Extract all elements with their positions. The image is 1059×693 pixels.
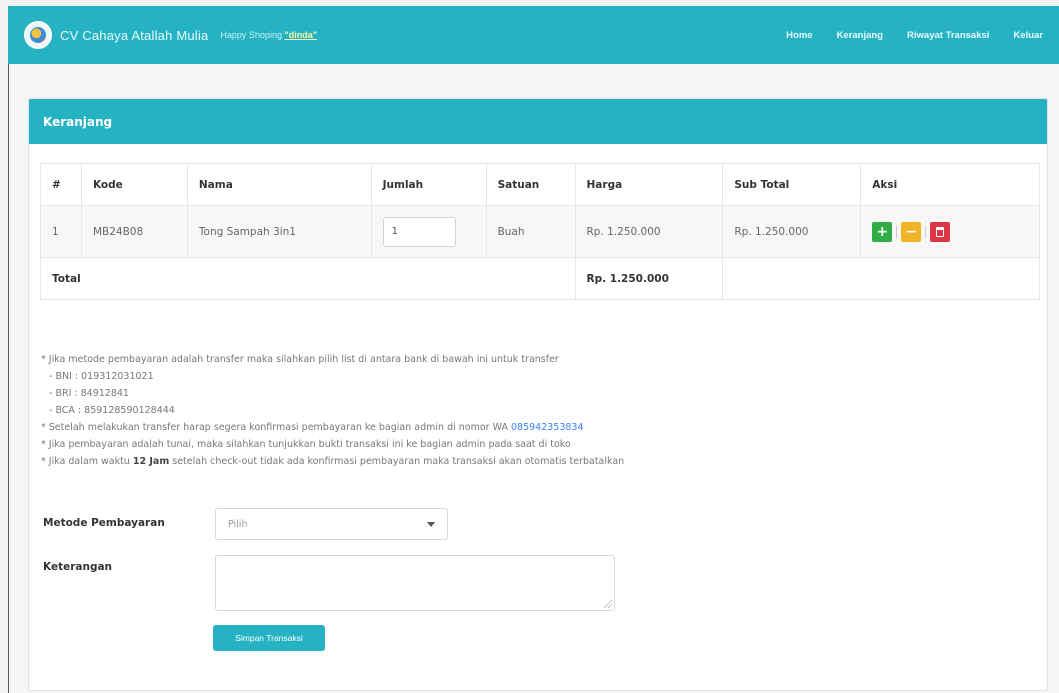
total-value: Rp. 1.250.000 <box>575 257 724 300</box>
note-timeout-suffix: setelah check-out tidak ada konfirmasi p… <box>169 456 625 467</box>
greeting-prefix: Happy Shoping <box>220 30 282 40</box>
greeting: Happy Shoping "dinda" <box>220 30 317 40</box>
table-header-row: # Kode Nama Jumlah Satuan Harga Sub Tota… <box>40 163 1040 206</box>
resize-handle-icon[interactable] <box>604 600 612 608</box>
nav-home[interactable]: Home <box>774 30 824 41</box>
th-satuan: Satuan <box>486 163 576 206</box>
bank-bri: - BRI : 84912841 <box>49 388 129 399</box>
payment-method-select[interactable]: Pilih <box>215 508 448 540</box>
cell-subtotal: Rp. 1.250.000 <box>722 205 862 258</box>
panel-title: Keranjang <box>29 99 1047 144</box>
total-row: Total Rp. 1.250.000 <box>40 257 1040 300</box>
total-empty-cell <box>722 257 1040 300</box>
cell-satuan: Buah <box>486 205 576 258</box>
payment-method-placeholder: Pilih <box>228 518 248 530</box>
note-label: Keterangan <box>43 561 113 573</box>
minus-icon: − <box>905 223 918 240</box>
note-confirm-text: * Setelah melakukan transfer harap seger… <box>41 422 511 433</box>
quantity-input[interactable] <box>382 216 456 247</box>
nav-riwayat-transaksi[interactable]: Riwayat Transaksi <box>895 30 1001 41</box>
chevron-down-icon <box>427 521 435 527</box>
reduce-quantity-button[interactable]: − <box>901 221 922 242</box>
bank-bca: - BCA : 859128590128444 <box>49 405 175 416</box>
note-timeout-duration: 12 Jam <box>132 456 170 467</box>
cell-kode: MB24B08 <box>81 205 188 258</box>
th-kode: Kode <box>81 163 188 206</box>
cell-harga: Rp. 1.250.000 <box>575 205 724 258</box>
whatsapp-link[interactable]: 085942353834 <box>511 422 584 433</box>
nav-links: Home Keranjang Riwayat Transaksi Keluar <box>774 30 1055 41</box>
save-transaction-button[interactable]: Simpan Transaksi <box>213 625 325 651</box>
note-textarea[interactable] <box>215 555 615 611</box>
payment-method-label: Metode Pembayaran <box>43 517 165 529</box>
cell-no: 1 <box>40 205 82 258</box>
payment-notes: * Jika metode pembayaran adalah transfer… <box>41 351 1031 470</box>
th-jumlah: Jumlah <box>371 163 487 206</box>
cart-table: # Kode Nama Jumlah Satuan Harga Sub Tota… <box>40 163 1040 300</box>
note-transfer: * Jika metode pembayaran adalah transfer… <box>41 354 559 365</box>
cell-aksi: + − <box>860 205 1040 258</box>
cell-jumlah <box>371 205 487 258</box>
cell-nama: Tong Sampah 3in1 <box>187 205 372 258</box>
nav-keluar[interactable]: Keluar <box>1001 30 1055 41</box>
trash-icon <box>936 226 945 237</box>
th-aksi: Aksi <box>860 163 1040 206</box>
th-subtotal: Sub Total <box>722 163 862 206</box>
th-nama: Nama <box>187 163 372 206</box>
total-label: Total <box>40 257 576 300</box>
brand-logo-icon[interactable] <box>24 21 52 49</box>
payment-method-row: Metode Pembayaran Pilih <box>43 508 448 540</box>
nav-keranjang[interactable]: Keranjang <box>825 30 895 41</box>
add-quantity-button[interactable]: + <box>872 221 893 242</box>
delete-item-button[interactable] <box>930 221 951 242</box>
table-row: 1 MB24B08 Tong Sampah 3in1 Buah Rp. 1.25… <box>40 205 1040 258</box>
divider <box>896 225 898 238</box>
cart-panel: Keranjang # Kode Nama Jumlah Satuan Harg… <box>28 98 1048 691</box>
th-no: # <box>40 163 82 206</box>
brand-name[interactable]: CV Cahaya Atallah Mulia <box>60 28 208 43</box>
note-confirm: * Setelah melakukan transfer harap seger… <box>41 419 1031 436</box>
th-harga: Harga <box>575 163 724 206</box>
note-timeout-prefix: * Jika dalam waktu <box>41 456 133 467</box>
bank-bni: - BNI : 019312031021 <box>49 371 154 382</box>
plus-icon: + <box>876 223 889 240</box>
note-row: Keterangan <box>43 555 615 611</box>
note-cash: * Jika pembayaran adalah tunai, maka sil… <box>41 439 571 450</box>
note-timeout: * Jika dalam waktu 12 Jam setelah check-… <box>41 453 1031 470</box>
navbar: CV Cahaya Atallah Mulia Happy Shoping "d… <box>8 6 1059 64</box>
greeting-username: "dinda" <box>284 30 318 40</box>
divider <box>925 225 927 238</box>
